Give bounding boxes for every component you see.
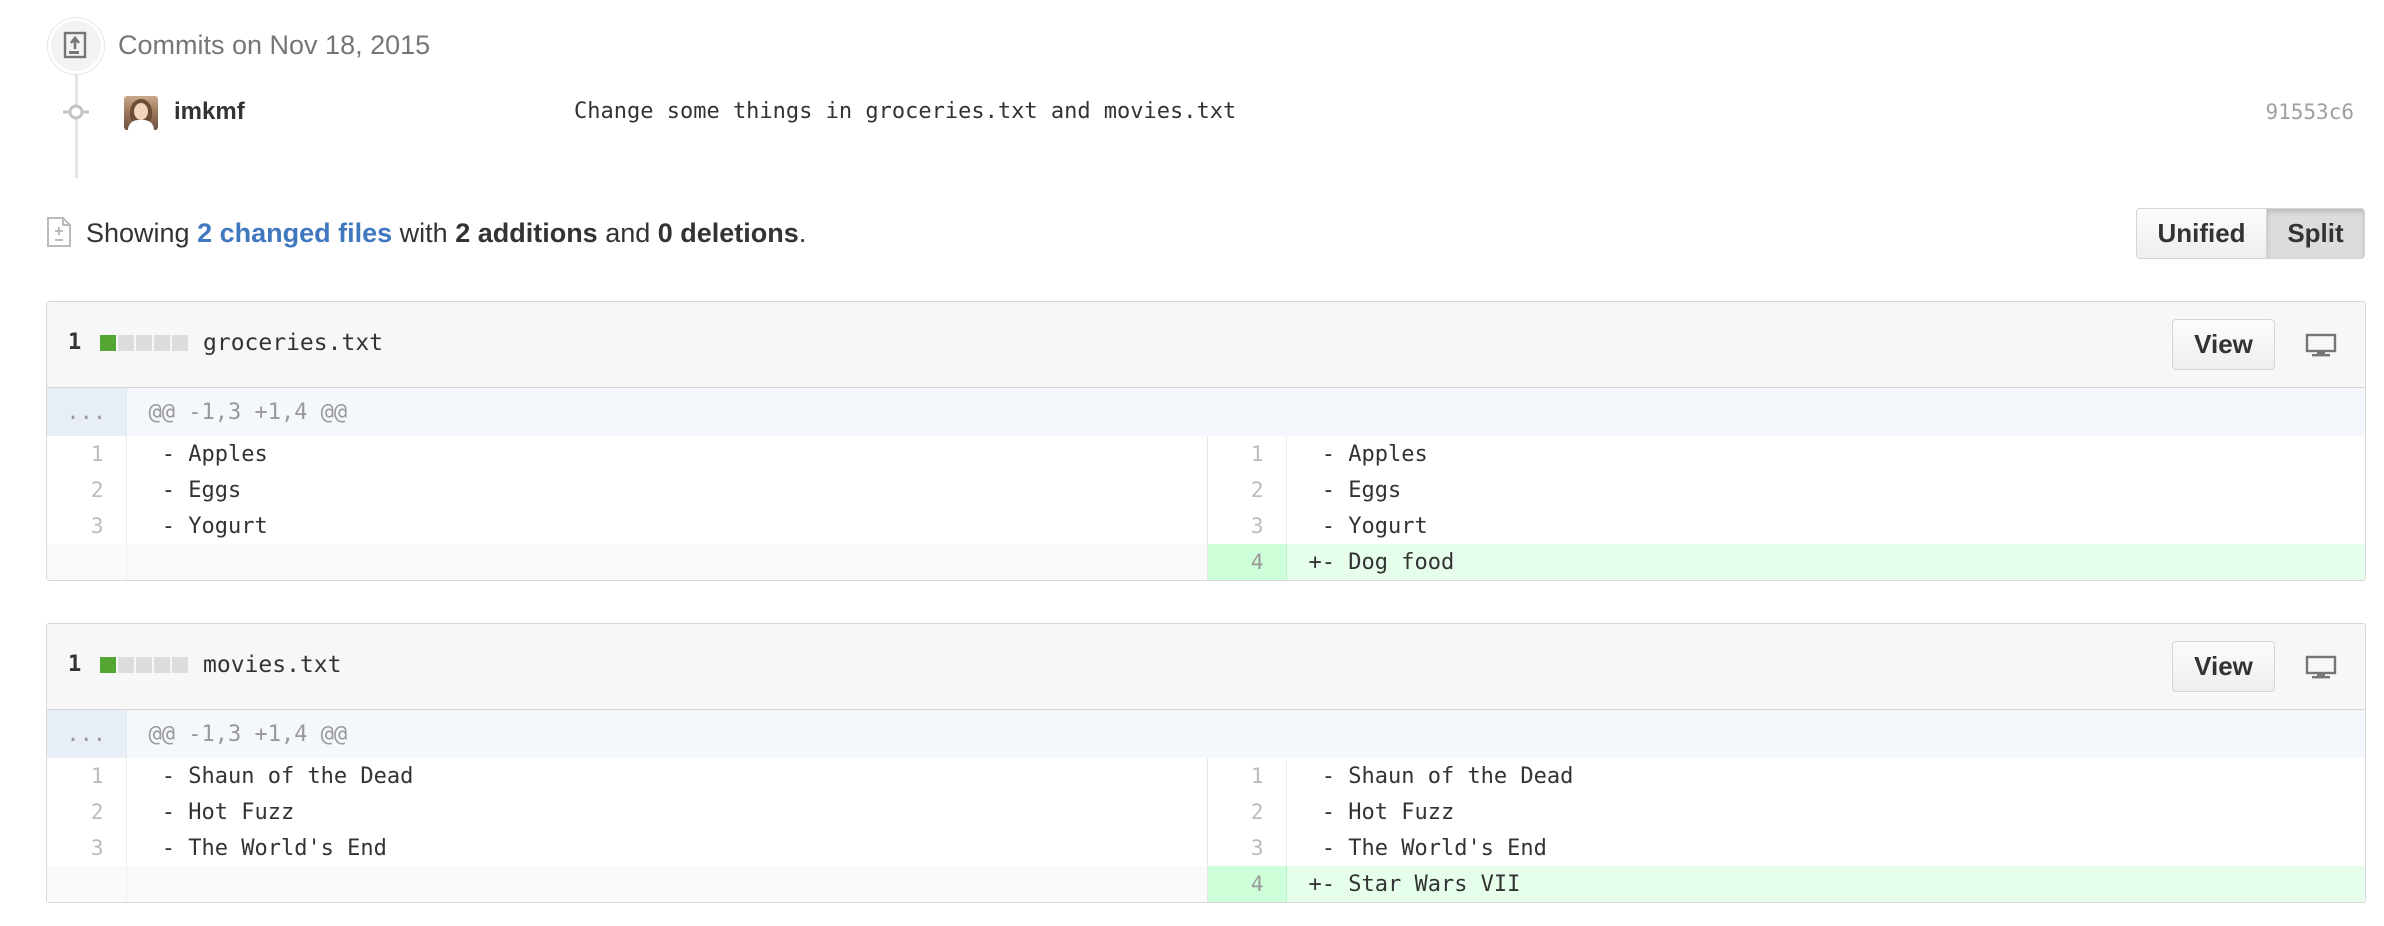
additions-count: 2 additions — [455, 218, 598, 248]
expand-context-button[interactable]: ... — [47, 388, 127, 436]
summary-showing: Showing — [86, 218, 198, 248]
diff-row: 1 - Shaun of the Dead 1 - Shaun of the D… — [47, 758, 2365, 794]
deletions-count: 0 deletions — [657, 218, 799, 248]
left-line-number-empty — [47, 866, 127, 902]
repo-push-icon — [63, 31, 87, 59]
left-line-number-empty — [47, 544, 127, 580]
right-line-number-added[interactable]: 4 — [1207, 544, 1287, 580]
left-line-number[interactable]: 3 — [47, 830, 127, 866]
right-line-number[interactable]: 2 — [1207, 472, 1287, 508]
left-line-code: - The World's End — [126, 830, 1208, 866]
diff-row-addition: 4 +- Dog food — [47, 544, 2365, 580]
file-diff-movies: 1 movies.txt View ... @@ -1,3 +1,4 @@ 1 … — [46, 623, 2366, 903]
diffstat-block — [136, 335, 152, 351]
right-line-number-added[interactable]: 4 — [1207, 866, 1287, 902]
changed-files-link[interactable]: 2 changed files — [197, 218, 392, 248]
left-line-code: - Apples — [126, 436, 1208, 472]
file-header: 1 movies.txt View — [47, 624, 2365, 710]
diff-view-toggle: Unified Split — [2136, 208, 2365, 259]
diffstat-block — [172, 335, 188, 351]
left-line-number[interactable]: 2 — [47, 794, 127, 830]
right-line-code: - Eggs — [1308, 477, 1402, 503]
file-diff-icon — [46, 216, 72, 253]
left-line-code: - Eggs — [126, 472, 1208, 508]
diff-row: 3 - The World's End 3 - The World's End — [47, 830, 2365, 866]
diffstat-block — [118, 657, 134, 673]
summary-with: with — [392, 218, 456, 248]
file-name-link[interactable]: groceries.txt — [203, 330, 383, 356]
expand-context-button[interactable]: ... — [47, 710, 127, 758]
right-line-number[interactable]: 1 — [1207, 436, 1287, 472]
diff-row: 3 - Yogurt 3 - Yogurt — [47, 508, 2365, 544]
commit-group-title: Commits on Nov 18, 2015 — [118, 30, 431, 60]
right-line-number[interactable]: 3 — [1207, 830, 1287, 866]
right-line-code-added: +- Star Wars VII — [1286, 866, 2365, 902]
right-line-number[interactable]: 3 — [1207, 508, 1287, 544]
file-header: 1 groceries.txt View — [47, 302, 2365, 388]
summary-and: and — [597, 218, 658, 248]
right-line-number[interactable]: 1 — [1207, 758, 1287, 794]
right-line-code-added: +- Dog food — [1286, 544, 2365, 580]
split-diff-table: ... @@ -1,3 +1,4 @@ 1 - Apples 1 - Apple… — [47, 388, 2365, 580]
right-line-code: - Hot Fuzz — [1308, 799, 1455, 825]
left-line-code-empty — [126, 544, 1208, 580]
summary-period: . — [798, 218, 807, 248]
diff-row: 2 - Eggs 2 - Eggs — [47, 472, 2365, 508]
unified-view-button[interactable]: Unified — [2136, 208, 2267, 259]
diffstat-block — [154, 657, 170, 673]
left-line-number[interactable]: 1 — [47, 758, 127, 794]
diffstat-block — [136, 657, 152, 673]
file-diff-groceries: 1 groceries.txt View ... @@ -1,3 +1,4 @@… — [46, 301, 2366, 581]
commit-author-link[interactable]: imkmf — [174, 98, 245, 126]
diff-row-addition: 4 +- Star Wars VII — [47, 866, 2365, 902]
diffstat-block-added — [100, 335, 116, 351]
view-file-button[interactable]: View — [2172, 641, 2275, 692]
right-line-code: - Yogurt — [1308, 513, 1428, 539]
right-line-code: - Apples — [1308, 441, 1428, 467]
diffstat-block — [172, 657, 188, 673]
left-line-number[interactable]: 2 — [47, 472, 127, 508]
left-line-code: - Shaun of the Dead — [126, 758, 1208, 794]
diff-row: 2 - Hot Fuzz 2 - Hot Fuzz — [47, 794, 2365, 830]
avatar[interactable] — [124, 96, 158, 130]
diffstat — [100, 335, 188, 351]
desktop-display-icon[interactable] — [2305, 333, 2337, 362]
left-line-code-empty — [126, 866, 1208, 902]
hunk-header-row: ... @@ -1,3 +1,4 @@ — [47, 388, 2365, 436]
split-view-button[interactable]: Split — [2267, 208, 2365, 259]
diffstat-block — [118, 335, 134, 351]
git-commit-icon — [63, 102, 89, 127]
left-line-code: - Hot Fuzz — [126, 794, 1208, 830]
left-line-code: - Yogurt — [126, 508, 1208, 544]
left-line-number[interactable]: 3 — [47, 508, 127, 544]
right-line-code: - The World's End — [1308, 835, 1547, 861]
diffstat-block — [154, 335, 170, 351]
file-name-link[interactable]: movies.txt — [203, 652, 341, 678]
file-change-count: 1 — [68, 330, 82, 355]
split-diff-table: ... @@ -1,3 +1,4 @@ 1 - Shaun of the Dea… — [47, 710, 2365, 902]
right-line-code: - Shaun of the Dead — [1308, 763, 1574, 789]
hunk-header: @@ -1,3 +1,4 @@ — [126, 710, 2365, 758]
file-change-count: 1 — [68, 652, 82, 677]
commit-message-link[interactable]: Change some things in groceries.txt and … — [574, 99, 1236, 124]
commit-sha-link[interactable]: 91553c6 — [2265, 100, 2354, 124]
diff-row: 1 - Apples 1 - Apples — [47, 436, 2365, 472]
view-file-button[interactable]: View — [2172, 319, 2275, 370]
hunk-header: @@ -1,3 +1,4 @@ — [126, 388, 2365, 436]
diff-summary: Showing 2 changed files with 2 additions… — [86, 218, 806, 249]
desktop-display-icon[interactable] — [2305, 655, 2337, 684]
diffstat — [100, 657, 188, 673]
commit-group-icon — [48, 18, 104, 74]
diffstat-block-added — [100, 657, 116, 673]
hunk-header-row: ... @@ -1,3 +1,4 @@ — [47, 710, 2365, 758]
right-line-number[interactable]: 2 — [1207, 794, 1287, 830]
left-line-number[interactable]: 1 — [47, 436, 127, 472]
